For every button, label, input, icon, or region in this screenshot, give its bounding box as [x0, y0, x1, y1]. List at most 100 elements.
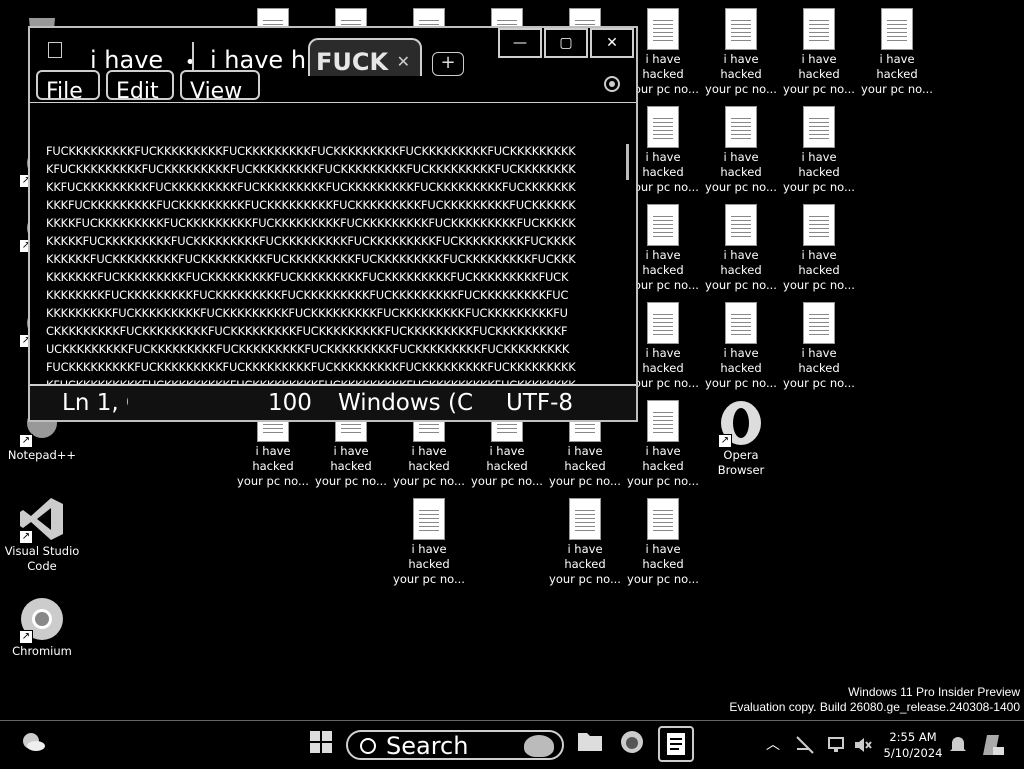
text-document-icon — [725, 204, 757, 246]
text-document-icon — [569, 498, 601, 540]
icon-label: i have hacked — [876, 52, 918, 81]
text-document-icon — [647, 400, 679, 442]
editor-line: UCKKKKKKKKKFUCKKKKKKKKKFUCKKKKKKKKKFUCKK… — [46, 342, 570, 356]
editor-line: KKKKKKKKFUCKKKKKKKKKFUCKKKKKKKKKFUCKKKKK… — [46, 288, 569, 302]
title-bar[interactable]: i have • i have ha FUCK ✕ + — ▢ ✕ — [30, 28, 636, 76]
desktop-icon-opera[interactable]: ↗ Opera Browser — [703, 400, 779, 478]
desktop-file-icon[interactable]: i have hackedyour pc no... — [703, 106, 779, 195]
network-disconnected-icon[interactable] — [794, 729, 816, 761]
chevron-up-icon[interactable]: ︿ — [764, 729, 782, 761]
editor-line: KKKKKKKKKFUCKKKKKKKKKFUCKKKKKKKKKFUCKKKK… — [46, 306, 568, 320]
notepad-app-icon — [48, 42, 62, 58]
clock-date: 5/10/2024 — [883, 746, 943, 760]
icon-label: i have hacked — [486, 444, 528, 473]
text-document-icon — [647, 498, 679, 540]
icon-label: your pc no... — [783, 278, 855, 292]
status-cursor-position: Ln 1, C — [62, 390, 128, 416]
desktop-file-icon[interactable]: i have hackedyour pc no... — [391, 498, 467, 587]
icon-label: Chromium — [12, 644, 72, 658]
text-document-icon — [725, 8, 757, 50]
text-document-icon — [725, 302, 757, 344]
firefox-icon[interactable] — [618, 729, 646, 761]
text-document-icon — [803, 106, 835, 148]
icon-label: your pc no... — [549, 474, 621, 488]
settings-gear-icon[interactable] — [604, 76, 620, 92]
shortcut-arrow-icon: ↗ — [19, 434, 33, 448]
icon-label: i have hacked — [252, 444, 294, 473]
status-bar: Ln 1, C 100 Windows (C UTF-8 — [30, 384, 636, 420]
text-document-icon — [413, 498, 445, 540]
start-button-icon[interactable] — [306, 729, 336, 761]
icon-label: your pc no... — [705, 278, 777, 292]
desktop-file-icon[interactable]: i have hackedyour pc no... — [781, 8, 857, 97]
icon-label: your pc no... — [549, 572, 621, 586]
icon-label: i have hacked — [642, 542, 684, 571]
volume-muted-icon[interactable] — [852, 729, 874, 761]
icon-label: i have hacked — [798, 248, 840, 277]
status-line-ending[interactable]: Windows (C — [338, 386, 490, 420]
text-document-icon — [647, 204, 679, 246]
clock-time: 2:55 AM — [889, 730, 937, 744]
icon-label: your pc no... — [705, 82, 777, 96]
icon-label: i have hacked — [408, 444, 450, 473]
text-document-icon — [881, 8, 913, 50]
desktop-file-icon[interactable]: i have hackedyour pc no... — [703, 302, 779, 391]
desktop-file-icon[interactable]: i have hackedyour pc no... — [625, 498, 701, 587]
desktop-icon-5[interactable]: ↗ Visual Studio Code — [4, 496, 80, 574]
desktop-file-icon[interactable]: i have hackedyour pc no... — [703, 204, 779, 293]
windows-watermark: Windows 11 Pro Insider Preview Evaluatio… — [729, 685, 1020, 715]
editor-line: KKKFUCKKKKKKKKKFUCKKKKKKKKKFUCKKKKKKKKKF… — [46, 198, 576, 212]
icon-label: Opera — [723, 448, 759, 462]
icon-label: i have hacked — [720, 346, 762, 375]
icon-label: your pc no... — [237, 474, 309, 488]
text-editor[interactable]: FUCKKKKKKKKKFUCKKKKKKKKKFUCKKKKKKKKKFUCK… — [46, 142, 618, 386]
desktop-file-icon[interactable]: i have hackedyour pc no... — [547, 498, 623, 587]
copilot-preview-icon[interactable] — [980, 729, 1006, 761]
icon-label: i have hacked — [798, 150, 840, 179]
icon-label: Visual Studio Code — [4, 544, 80, 573]
desktop-file-icon[interactable]: i have hackedyour pc no... — [781, 302, 857, 391]
icon-label: your pc no... — [393, 474, 465, 488]
icon-label: i have hacked — [720, 150, 762, 179]
icon-label: Browser — [717, 463, 765, 477]
close-button[interactable]: ✕ — [590, 28, 634, 58]
status-zoom[interactable]: 100 — [268, 386, 316, 420]
desktop-icon-6[interactable]: ↗ Chromium — [4, 596, 80, 659]
vertical-scrollbar[interactable] — [626, 144, 629, 180]
shortcut-arrow-icon: ↗ — [718, 434, 732, 448]
notepad-taskbar-icon[interactable] — [658, 726, 694, 762]
icon-label: your pc no... — [705, 180, 777, 194]
text-document-icon — [725, 106, 757, 148]
editor-line: KFUCKKKKKKKKKFUCKKKKKKKKKFUCKKKKKKKKKFUC… — [46, 162, 576, 176]
notepad-window[interactable]: i have • i have ha FUCK ✕ + — ▢ ✕ File E… — [28, 26, 638, 422]
file-explorer-icon[interactable] — [576, 729, 604, 761]
vscode-icon: ↗ — [19, 496, 65, 544]
icon-label: your pc no... — [705, 376, 777, 390]
desktop-file-icon[interactable]: i have hackedyour pc no... — [781, 204, 857, 293]
icon-label: i have hacked — [642, 444, 684, 473]
taskbar: Search ︿ 2:55 AM 5/10/2024 — [0, 720, 1024, 769]
editor-line: FUCKKKKKKKKKFUCKKKKKKKKKFUCKKKKKKKKKFUCK… — [46, 360, 576, 374]
search-highlight-icon — [524, 735, 554, 757]
display-icon[interactable] — [826, 729, 848, 761]
menu-file[interactable]: File — [36, 70, 100, 100]
taskbar-search-box[interactable]: Search — [346, 730, 564, 760]
watermark-line-1: Windows 11 Pro Insider Preview — [848, 685, 1020, 699]
desktop-file-icon[interactable]: i have hackedyour pc no... — [781, 106, 857, 195]
system-clock[interactable]: 2:55 AM 5/10/2024 — [880, 729, 946, 761]
icon-label: i have hacked — [798, 346, 840, 375]
menu-view[interactable]: View — [180, 70, 260, 100]
icon-label: your pc no... — [861, 82, 933, 96]
icon-label: i have hacked — [798, 52, 840, 81]
maximize-button[interactable]: ▢ — [544, 28, 588, 58]
widgets-weather-icon[interactable] — [18, 729, 48, 761]
notifications-bell-icon[interactable] — [948, 729, 968, 761]
minimize-button[interactable]: — — [498, 28, 542, 58]
icon-label: your pc no... — [783, 82, 855, 96]
desktop-file-icon[interactable]: i have hackedyour pc no... — [859, 8, 935, 97]
desktop-file-icon[interactable]: i have hackedyour pc no... — [703, 8, 779, 97]
text-document-icon — [647, 8, 679, 50]
icon-label: your pc no... — [471, 474, 543, 488]
menu-edit[interactable]: Edit — [106, 70, 174, 100]
status-encoding[interactable]: UTF-8 — [506, 386, 606, 420]
